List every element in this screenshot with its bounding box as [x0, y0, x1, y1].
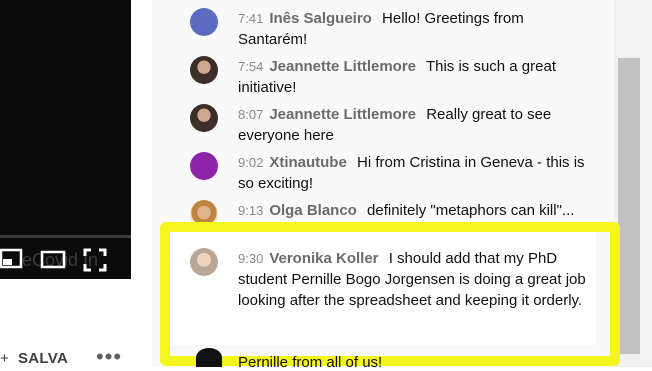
- message-time: 7:41: [238, 11, 264, 26]
- message-author[interactable]: Jeannette Littlemore: [269, 106, 416, 123]
- message-author[interactable]: Inês Salgueiro: [269, 10, 372, 27]
- avatar[interactable]: [190, 152, 218, 180]
- message-time: 8:07: [238, 107, 264, 122]
- fullscreen-icon[interactable]: [83, 248, 107, 272]
- avatar[interactable]: [190, 104, 218, 132]
- save-button[interactable]: SALVA: [18, 350, 68, 367]
- avatar[interactable]: [190, 8, 218, 36]
- miniplayer-icon[interactable]: [0, 248, 24, 270]
- message-author[interactable]: Xtinautube: [269, 154, 347, 171]
- avatar: [196, 348, 222, 367]
- message-time: 7:54: [238, 59, 264, 74]
- chat-scrollbar-thumb[interactable]: [618, 58, 640, 354]
- more-options-icon[interactable]: •••: [96, 344, 122, 370]
- video-player[interactable]: eCovid In: [0, 0, 131, 279]
- message-text: definitely "metaphors can kill"...: [367, 202, 575, 219]
- highlight-marker: [160, 222, 620, 366]
- partial-next-message: Pernille from all of us!: [238, 354, 383, 371]
- message-author[interactable]: Jeannette Littlemore: [269, 58, 416, 75]
- video-progress-bar[interactable]: [0, 235, 131, 238]
- add-icon[interactable]: +: [0, 350, 9, 367]
- avatar[interactable]: [190, 56, 218, 84]
- message-time: 9:02: [238, 155, 264, 170]
- theater-mode-icon[interactable]: [40, 250, 66, 270]
- message-author[interactable]: Olga Blanco: [269, 202, 357, 219]
- message-time: 9:13: [238, 203, 264, 218]
